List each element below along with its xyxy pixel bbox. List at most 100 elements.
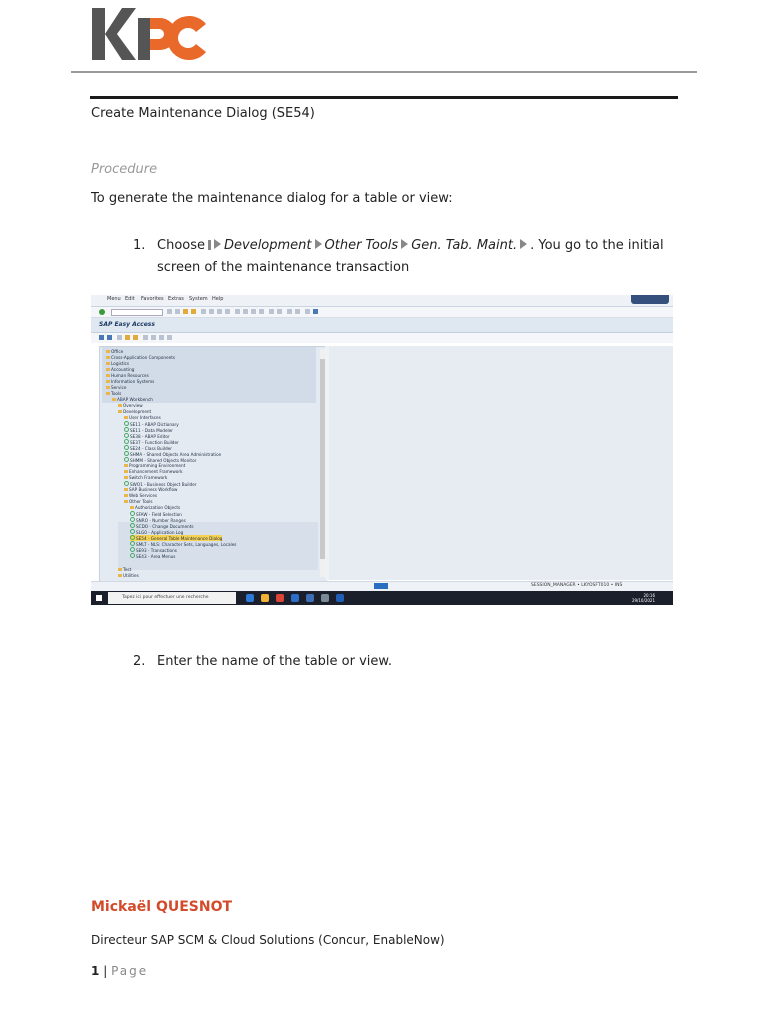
toolbar-icon [251, 309, 256, 314]
header-rule [71, 71, 697, 73]
toolbar-icon [183, 309, 188, 314]
toolbar-icon [217, 309, 222, 314]
menu-item: Help [212, 296, 224, 302]
toolbar-icon [209, 309, 214, 314]
toolbar-icon [133, 335, 138, 340]
toolbar-icon [305, 309, 310, 314]
page-footer: 1 | Page [91, 964, 148, 978]
app-icon [246, 594, 254, 602]
tree-node: Office [106, 349, 123, 354]
step-1-number: 1. [133, 238, 146, 253]
toolbar-icon [159, 335, 164, 340]
session-info: SESSION_MANAGER • LKYOSFT010 • INS [531, 583, 623, 588]
app-icon [306, 594, 314, 602]
sap-status-bar: SESSION_MANAGER • LKYOSFT010 • INS [91, 581, 673, 591]
app-icon [336, 594, 344, 602]
step-1-text: Choose Development Other Tools Gen. Tab. Ma… [157, 235, 664, 279]
step-1-choose: Choose [157, 238, 205, 253]
toolbar-icon [313, 309, 318, 314]
ok-icon [99, 309, 105, 315]
arrow-right-icon [314, 239, 322, 249]
path-end-icon [520, 239, 528, 249]
tree-node: Authorization Objects [130, 505, 180, 510]
intro-text: To generate the maintenance dialog for a… [91, 191, 453, 206]
arrow-right-icon [214, 239, 221, 249]
toolbar-icon [143, 335, 148, 340]
tree-node: SAP Business Workflow [124, 487, 177, 492]
step-1-line2: screen of the maintenance transaction [157, 260, 410, 275]
toolbar-icon [243, 309, 248, 314]
tree-node: Information Systems [106, 379, 154, 384]
toolbar-icon [225, 309, 230, 314]
toolbar-icon [99, 335, 104, 340]
tree-node: User Interfaces [124, 415, 161, 420]
author-role: Directeur SAP SCM & Cloud Solutions (Con… [91, 933, 445, 947]
footer-separator: | [103, 964, 108, 978]
path-gen-tab-maint: Gen. Tab. Maint. [411, 238, 518, 253]
page-number: 1 [91, 964, 100, 978]
toolbar-icon [235, 309, 240, 314]
toolbar-icon [269, 309, 274, 314]
toolbar-icon [277, 309, 282, 314]
menu-item: Edit [125, 296, 135, 302]
path-start-icon [208, 240, 211, 250]
arrow-right-icon [401, 239, 409, 249]
tree-node: Enhancement Framework [124, 469, 183, 474]
page-word: Page [111, 964, 149, 978]
menu-item: Menu [107, 296, 121, 302]
sap-screenshot: Menu Edit Favorites Extras System Help S… [91, 295, 673, 605]
tree-node: SE43 - Area Menus [130, 553, 175, 559]
path-development: Development [224, 238, 312, 253]
tree-node: Human Resources [106, 373, 149, 378]
toolbar-icon [259, 309, 264, 314]
tree-node: Other Tools [124, 499, 153, 504]
toolbar-icon [151, 335, 156, 340]
tree-node: Switch Framework [124, 475, 167, 480]
toolbar-icon [107, 335, 112, 340]
taskbar-clock: 20:16 29/10/2021 [632, 593, 655, 603]
app-icon [291, 594, 299, 602]
tree-node: Web Services [124, 493, 157, 498]
sap-screen-title: SAP Easy Access [99, 321, 155, 328]
toolbar-icon [167, 335, 172, 340]
author-name: Mickaël QUESNOT [91, 899, 233, 915]
tree-node: Programming Environment [124, 463, 185, 468]
toolbar-icon [191, 309, 196, 314]
toolbar-icon [295, 309, 300, 314]
clock-date: 29/10/2021 [631, 598, 655, 603]
taskbar-search-placeholder: Tapez ici pour effectuer une recherche [122, 595, 209, 600]
sap-menu-tree: Office Cross-Application Components Logi… [99, 346, 327, 582]
document-title: Create Maintenance Dialog (SE54) [91, 106, 315, 121]
tree-node: ABAP Workbench [112, 397, 153, 402]
sap-menubar: Menu Edit Favorites Extras System Help [91, 295, 673, 307]
sap-standard-toolbar [91, 307, 673, 318]
step-1-tail: . You go to the initial [530, 238, 664, 253]
chrome-icon [276, 594, 284, 602]
command-field [111, 309, 163, 316]
path-other-tools: Other Tools [324, 238, 399, 253]
procedure-heading: Procedure [91, 162, 158, 177]
taskbar-search: Tapez ici pour effectuer une recherche [108, 592, 236, 604]
sap-title-bar: SAP Easy Access [91, 318, 673, 333]
toolbar-icon [287, 309, 292, 314]
tree-node: Overview [118, 403, 143, 408]
toolbar-icon [167, 309, 172, 314]
toolbar-icon [125, 335, 130, 340]
sap-content-pane [329, 346, 673, 580]
kpc-logo [92, 8, 206, 60]
tree-node: Cross-Application Components [106, 355, 175, 360]
windows-start-icon [96, 595, 102, 601]
tree-node: Accounting [106, 367, 134, 372]
menu-item: System [189, 296, 208, 302]
tree-node: Utilities [118, 573, 139, 578]
menu-item: Extras [168, 296, 184, 302]
sap-window-badge [631, 295, 669, 304]
toolbar-icon [201, 309, 206, 314]
title-rule [90, 96, 678, 99]
tree-node: Tools [106, 391, 121, 396]
windows-taskbar: Tapez ici pour effectuer une recherche 2… [91, 591, 673, 605]
sap-app-toolbar [91, 333, 673, 343]
step-2-number: 2. [133, 654, 146, 669]
tree-node: Logistics [106, 361, 129, 366]
folder-icon [261, 594, 269, 602]
